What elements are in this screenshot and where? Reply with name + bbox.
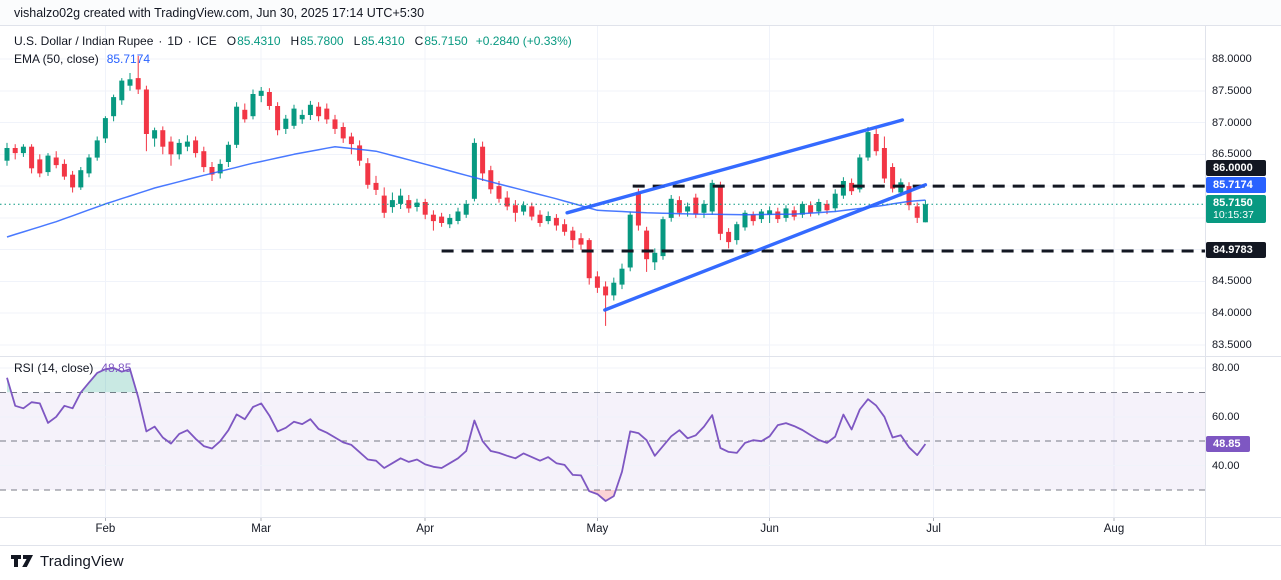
time-tick-label: Jun xyxy=(760,523,779,535)
price-tick-label: 88.0000 xyxy=(1212,53,1252,65)
rsi-value: 48.85 xyxy=(101,361,131,375)
open-key: O xyxy=(227,34,236,48)
tradingview-brand-text: TradingView xyxy=(40,553,124,570)
price-tick-label: 84.0000 xyxy=(1212,307,1252,319)
price-badge-time: 10:15:37 xyxy=(1213,209,1266,221)
price-tick-label: 87.0000 xyxy=(1212,117,1252,129)
time-tick-label: Aug xyxy=(1104,523,1124,535)
legend-separator: · xyxy=(188,34,192,48)
change-value: +0.2840 (+0.33%) xyxy=(476,34,572,48)
low-key: L xyxy=(354,34,361,48)
time-tick-label: Feb xyxy=(95,523,115,535)
rsi-tick-label: 40.00 xyxy=(1212,460,1240,472)
time-tick-label: Apr xyxy=(416,523,434,535)
open-value: 85.4310 xyxy=(237,34,280,48)
price-tick-label: 87.5000 xyxy=(1212,85,1252,97)
symbol-title[interactable]: U.S. Dollar / Indian Rupee xyxy=(14,34,153,48)
rsi-badge: 48.85 xyxy=(1206,436,1250,452)
price-badge: 85.7174 xyxy=(1206,177,1266,193)
price-scale-border xyxy=(1205,26,1206,545)
snapshot-top-bar: vishalzo02g created with TradingView.com… xyxy=(0,0,1281,26)
time-tick-label: Mar xyxy=(251,523,271,535)
low-value: 85.4310 xyxy=(361,34,404,48)
ema-value: 85.7174 xyxy=(107,52,150,66)
symbol-legend[interactable]: U.S. Dollar / Indian Rupee · 1D · ICE O … xyxy=(14,34,572,48)
interval-label[interactable]: 1D xyxy=(167,34,182,48)
rsi-tick-label: 60.00 xyxy=(1212,411,1240,423)
time-axis-separator xyxy=(0,517,1281,518)
chart-bottom-border xyxy=(0,545,1281,546)
tradingview-footer[interactable]: TradingView xyxy=(10,551,124,571)
pane-separator[interactable] xyxy=(0,356,1281,357)
ema-legend[interactable]: EMA (50, close) 85.7174 xyxy=(14,52,150,66)
price-badge: 86.0000 xyxy=(1206,160,1266,176)
legend-separator: · xyxy=(158,34,162,48)
high-key: H xyxy=(291,34,300,48)
price-tick-label: 83.5000 xyxy=(1212,339,1252,351)
time-tick-label: Jul xyxy=(926,523,941,535)
close-key: C xyxy=(415,34,424,48)
time-tick-label: May xyxy=(587,523,609,535)
chart-canvas[interactable] xyxy=(0,0,1281,580)
watermark-text: vishalzo02g created with TradingView.com… xyxy=(14,6,424,20)
price-tick-label: 84.5000 xyxy=(1212,275,1252,287)
ema-label[interactable]: EMA (50, close) xyxy=(14,52,99,66)
rsi-label[interactable]: RSI (14, close) xyxy=(14,361,93,375)
tradingview-logo-icon xyxy=(10,551,34,571)
high-value: 85.7800 xyxy=(300,34,343,48)
price-tick-label: 86.5000 xyxy=(1212,148,1252,160)
price-badge: 85.715010:15:37 xyxy=(1206,195,1266,223)
price-badge: 84.9783 xyxy=(1206,242,1266,258)
close-value: 85.7150 xyxy=(424,34,467,48)
rsi-legend[interactable]: RSI (14, close) 48.85 xyxy=(14,361,131,375)
rsi-tick-label: 80.00 xyxy=(1212,362,1240,374)
exchange-label: ICE xyxy=(197,34,217,48)
